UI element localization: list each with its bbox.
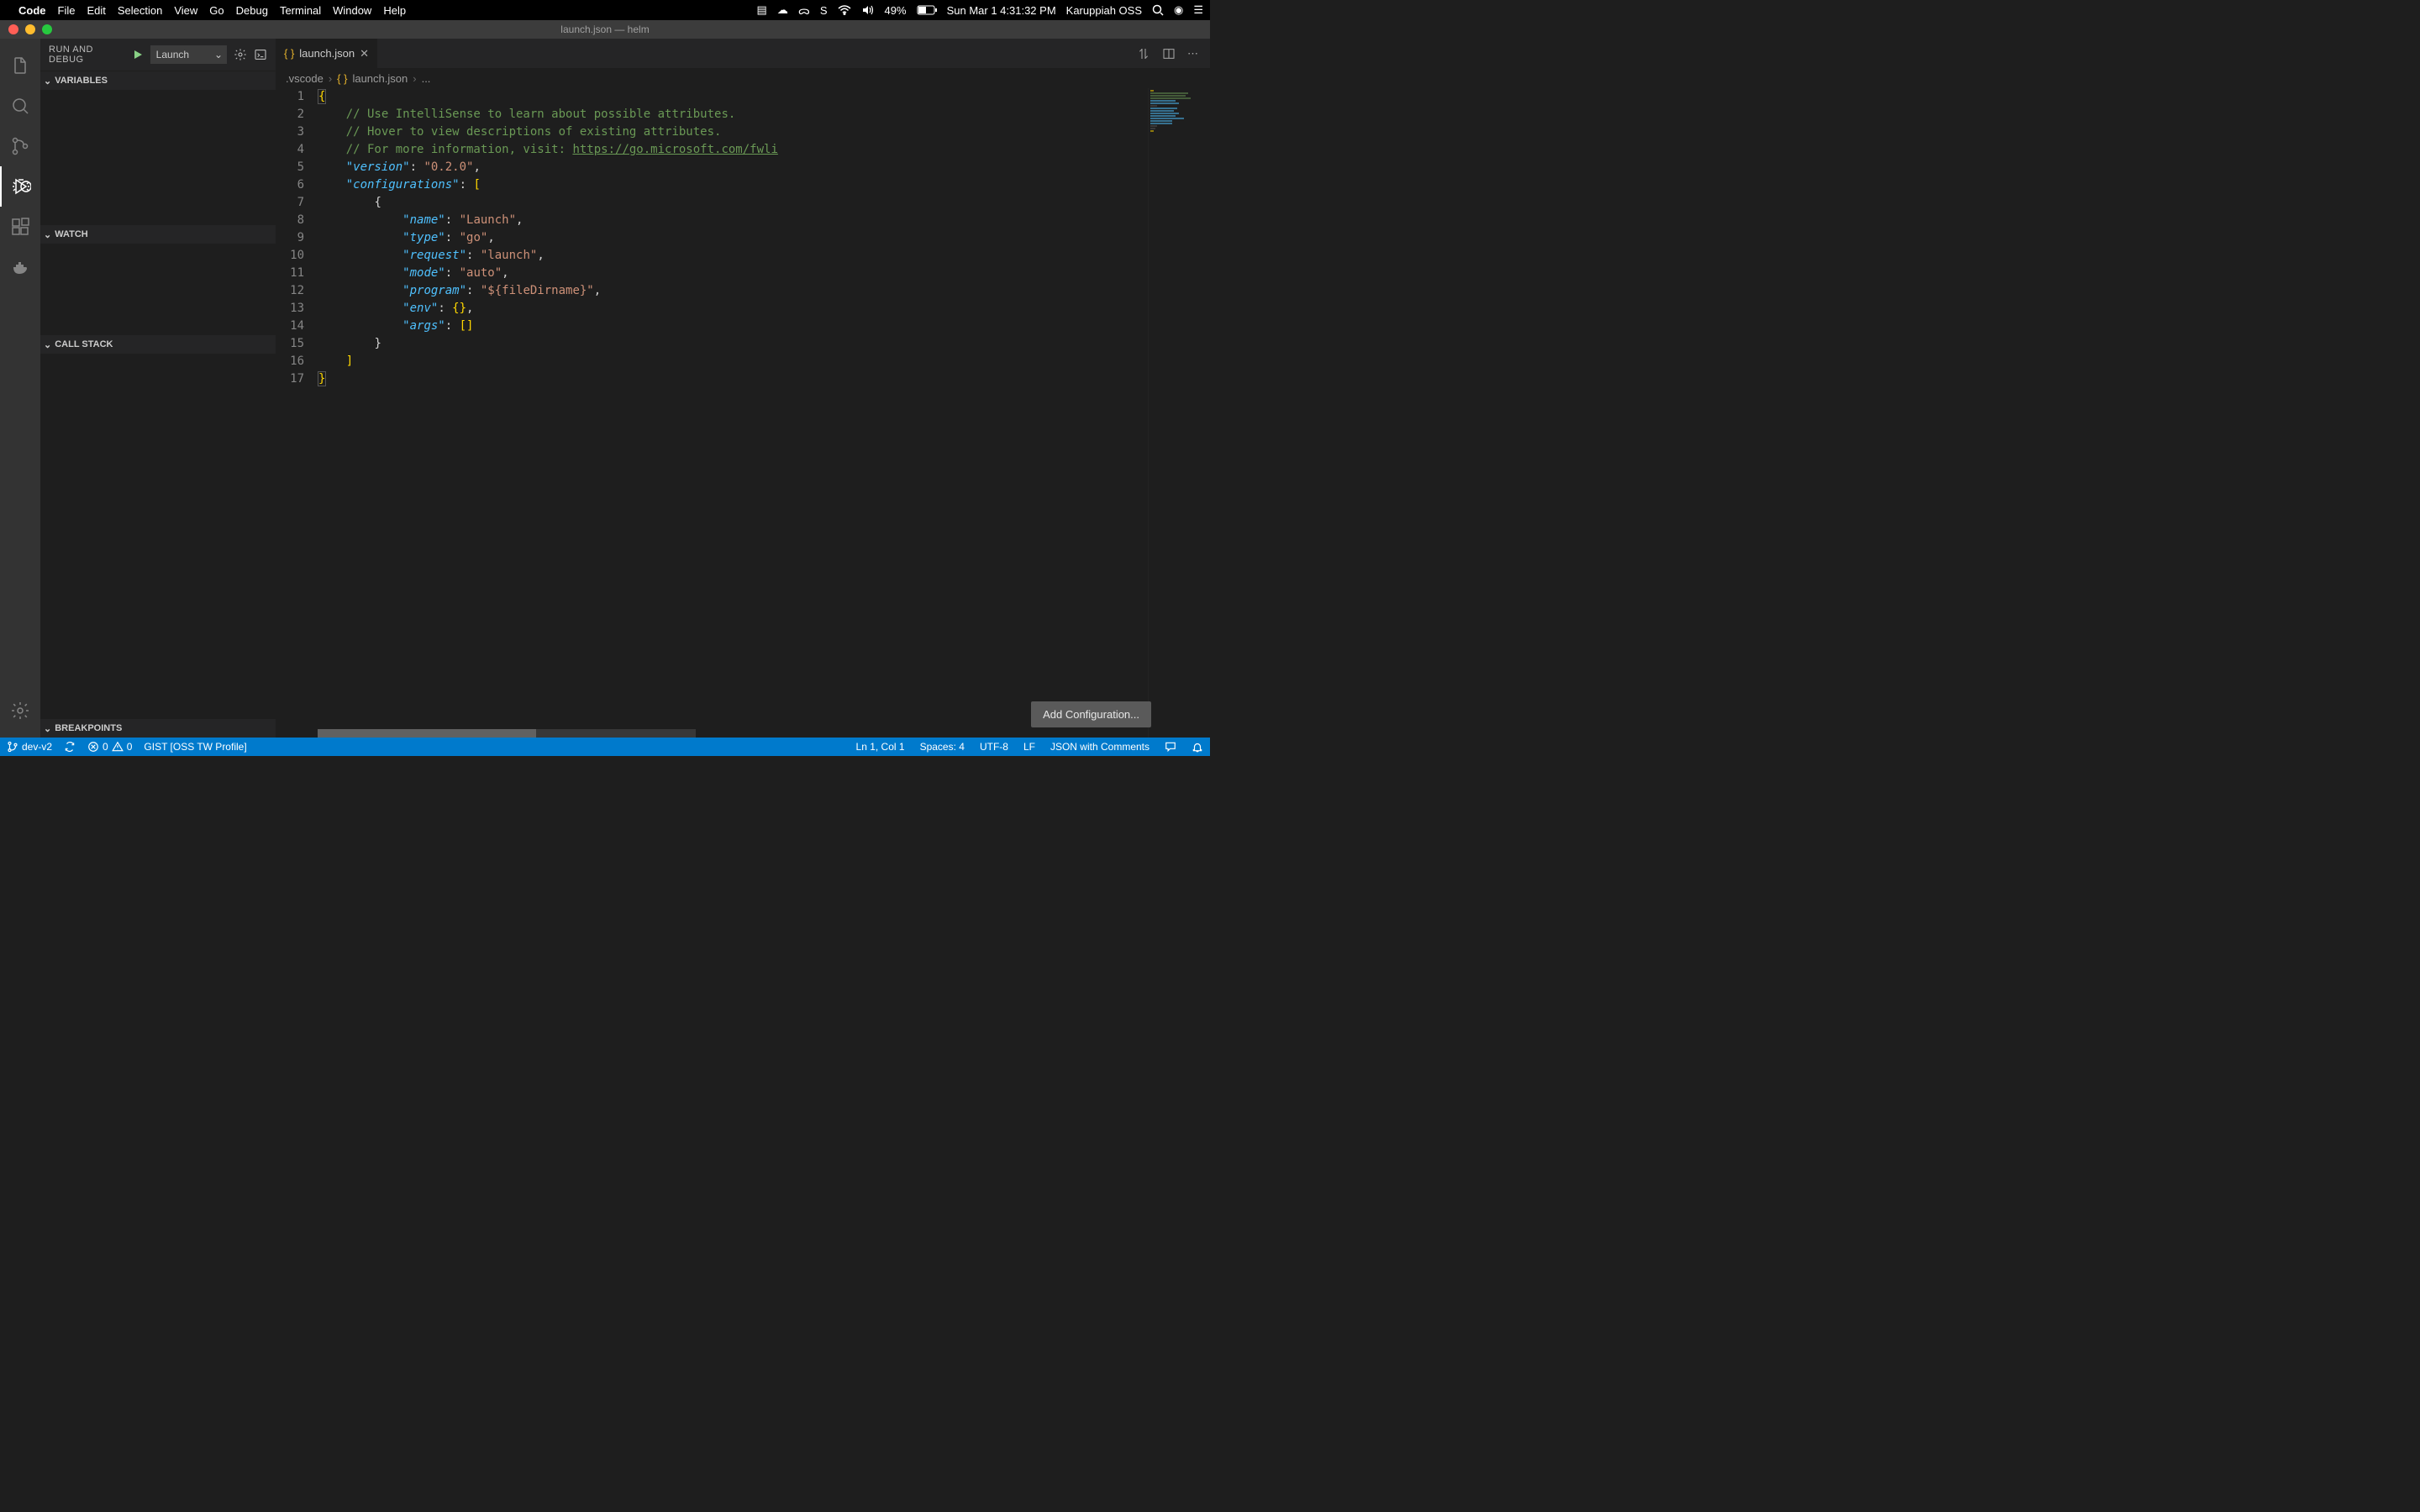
editor-tabs: { } launch.json ✕ ⋯ bbox=[276, 39, 1210, 68]
chevron-down-icon: ⌄ bbox=[44, 76, 51, 87]
source-control-icon[interactable] bbox=[0, 126, 40, 166]
code-editor[interactable]: 1234567891011121314151617 { // Use Intel… bbox=[276, 88, 1210, 738]
debug-console-icon[interactable] bbox=[254, 48, 267, 61]
explorer-icon[interactable] bbox=[0, 45, 40, 86]
menu-file[interactable]: File bbox=[58, 4, 76, 17]
breadcrumb-file[interactable]: launch.json bbox=[352, 72, 408, 85]
watch-panel-header[interactable]: ⌄ WATCH bbox=[40, 225, 276, 244]
extensions-icon[interactable] bbox=[0, 207, 40, 247]
cursor-position[interactable]: Ln 1, Col 1 bbox=[856, 741, 905, 753]
editor-area: { } launch.json ✕ ⋯ .vscode › { } launch… bbox=[276, 39, 1210, 738]
menu-window[interactable]: Window bbox=[333, 4, 371, 17]
app-name[interactable]: Code bbox=[18, 4, 46, 17]
notifications-icon[interactable] bbox=[1192, 741, 1203, 753]
menu-debug[interactable]: Debug bbox=[236, 4, 268, 17]
wifi-icon[interactable] bbox=[838, 5, 851, 15]
window-title: launch.json — helm bbox=[560, 24, 649, 35]
chevron-right-icon: › bbox=[329, 72, 332, 85]
horizontal-scrollbar[interactable] bbox=[318, 729, 696, 738]
scrollbar-thumb[interactable] bbox=[318, 729, 536, 738]
split-editor-icon[interactable] bbox=[1162, 47, 1176, 60]
search-icon[interactable] bbox=[0, 86, 40, 126]
line-gutter: 1234567891011121314151617 bbox=[276, 88, 318, 738]
callstack-panel-body bbox=[40, 354, 276, 718]
chevron-down-icon: ⌄ bbox=[44, 339, 51, 350]
volume-icon[interactable] bbox=[861, 5, 875, 15]
macos-menubar: Code File Edit Selection View Go Debug T… bbox=[0, 0, 1210, 20]
callstack-label: CALL STACK bbox=[55, 339, 113, 349]
json-file-icon: { } bbox=[337, 72, 347, 85]
start-debug-button[interactable] bbox=[132, 49, 144, 60]
chevron-down-icon: ⌄ bbox=[44, 229, 51, 240]
close-tab-icon[interactable]: ✕ bbox=[360, 47, 369, 60]
compare-icon[interactable] bbox=[1137, 47, 1150, 60]
window-maximize-button[interactable] bbox=[42, 24, 52, 34]
debug-settings-icon[interactable] bbox=[234, 48, 247, 61]
callstack-panel-header[interactable]: ⌄ CALL STACK bbox=[40, 335, 276, 354]
menu-go[interactable]: Go bbox=[209, 4, 224, 17]
chevron-right-icon: › bbox=[413, 72, 416, 85]
battery-percent: 49% bbox=[885, 4, 907, 17]
breadcrumb-more[interactable]: ... bbox=[422, 72, 431, 85]
problems[interactable]: 0 0 bbox=[87, 741, 132, 753]
eol[interactable]: LF bbox=[1023, 741, 1035, 753]
debug-sidebar: RUN AND DEBUG Launch ⌄ ⌄ VARIABLES bbox=[40, 39, 276, 738]
breakpoints-label: BREAKPOINTS bbox=[55, 723, 122, 733]
menu-terminal[interactable]: Terminal bbox=[280, 4, 321, 17]
tray-icon[interactable]: ☁ bbox=[777, 3, 788, 17]
run-debug-icon[interactable] bbox=[0, 166, 40, 207]
docker-icon[interactable] bbox=[0, 247, 40, 287]
window-titlebar: launch.json — helm bbox=[0, 20, 1210, 39]
git-branch[interactable]: dev-v2 bbox=[7, 741, 52, 753]
tab-launch-json[interactable]: { } launch.json ✕ bbox=[276, 39, 378, 68]
config-selected: Launch bbox=[156, 49, 189, 60]
watch-label: WATCH bbox=[55, 229, 88, 239]
breadcrumb-folder[interactable]: .vscode bbox=[286, 72, 324, 85]
sync-icon[interactable] bbox=[64, 741, 76, 753]
spotlight-icon[interactable] bbox=[1152, 4, 1164, 16]
menu-help[interactable]: Help bbox=[383, 4, 406, 17]
activity-bar bbox=[0, 39, 40, 738]
chevron-down-icon: ⌄ bbox=[44, 723, 51, 734]
menu-view[interactable]: View bbox=[174, 4, 197, 17]
gist-profile[interactable]: GIST [OSS TW Profile] bbox=[144, 741, 246, 753]
feedback-icon[interactable] bbox=[1165, 741, 1176, 753]
language-mode[interactable]: JSON with Comments bbox=[1050, 741, 1150, 753]
siri-icon[interactable]: ◉ bbox=[1174, 3, 1183, 17]
tab-label: launch.json bbox=[299, 47, 355, 60]
variables-label: VARIABLES bbox=[55, 76, 108, 86]
add-configuration-button[interactable]: Add Configuration... bbox=[1031, 701, 1151, 727]
menu-icon[interactable]: ☰ bbox=[1193, 3, 1203, 17]
statusbar: dev-v2 0 0 GIST [OSS TW Profile] Ln 1, C… bbox=[0, 738, 1210, 756]
json-file-icon: { } bbox=[284, 47, 294, 60]
window-close-button[interactable] bbox=[8, 24, 18, 34]
code-content[interactable]: { // Use IntelliSense to learn about pos… bbox=[318, 88, 1210, 738]
chevron-down-icon: ⌄ bbox=[214, 49, 223, 60]
breakpoints-panel-header[interactable]: ⌄ BREAKPOINTS bbox=[40, 719, 276, 738]
sidebar-title: RUN AND DEBUG bbox=[49, 45, 122, 65]
window-minimize-button[interactable] bbox=[25, 24, 35, 34]
tray-icon[interactable]: ᯅ bbox=[798, 3, 810, 18]
indentation[interactable]: Spaces: 4 bbox=[920, 741, 965, 753]
battery-icon bbox=[917, 5, 937, 15]
menu-edit[interactable]: Edit bbox=[87, 4, 105, 17]
settings-gear-icon[interactable] bbox=[0, 690, 40, 731]
tray-icon[interactable]: S bbox=[820, 4, 828, 17]
minimap[interactable] bbox=[1148, 88, 1198, 738]
tray-icon[interactable]: ▤ bbox=[757, 3, 767, 17]
datetime[interactable]: Sun Mar 1 4:31:32 PM bbox=[947, 4, 1056, 17]
breadcrumb[interactable]: .vscode › { } launch.json › ... bbox=[276, 68, 1210, 88]
user-name[interactable]: Karuppiah OSS bbox=[1066, 4, 1142, 17]
more-actions-icon[interactable]: ⋯ bbox=[1187, 47, 1198, 60]
menu-selection[interactable]: Selection bbox=[118, 4, 162, 17]
encoding[interactable]: UTF-8 bbox=[980, 741, 1008, 753]
variables-panel-body bbox=[40, 90, 276, 224]
watch-panel-body bbox=[40, 244, 276, 334]
variables-panel-header[interactable]: ⌄ VARIABLES bbox=[40, 71, 276, 90]
debug-config-select[interactable]: Launch ⌄ bbox=[150, 45, 227, 64]
